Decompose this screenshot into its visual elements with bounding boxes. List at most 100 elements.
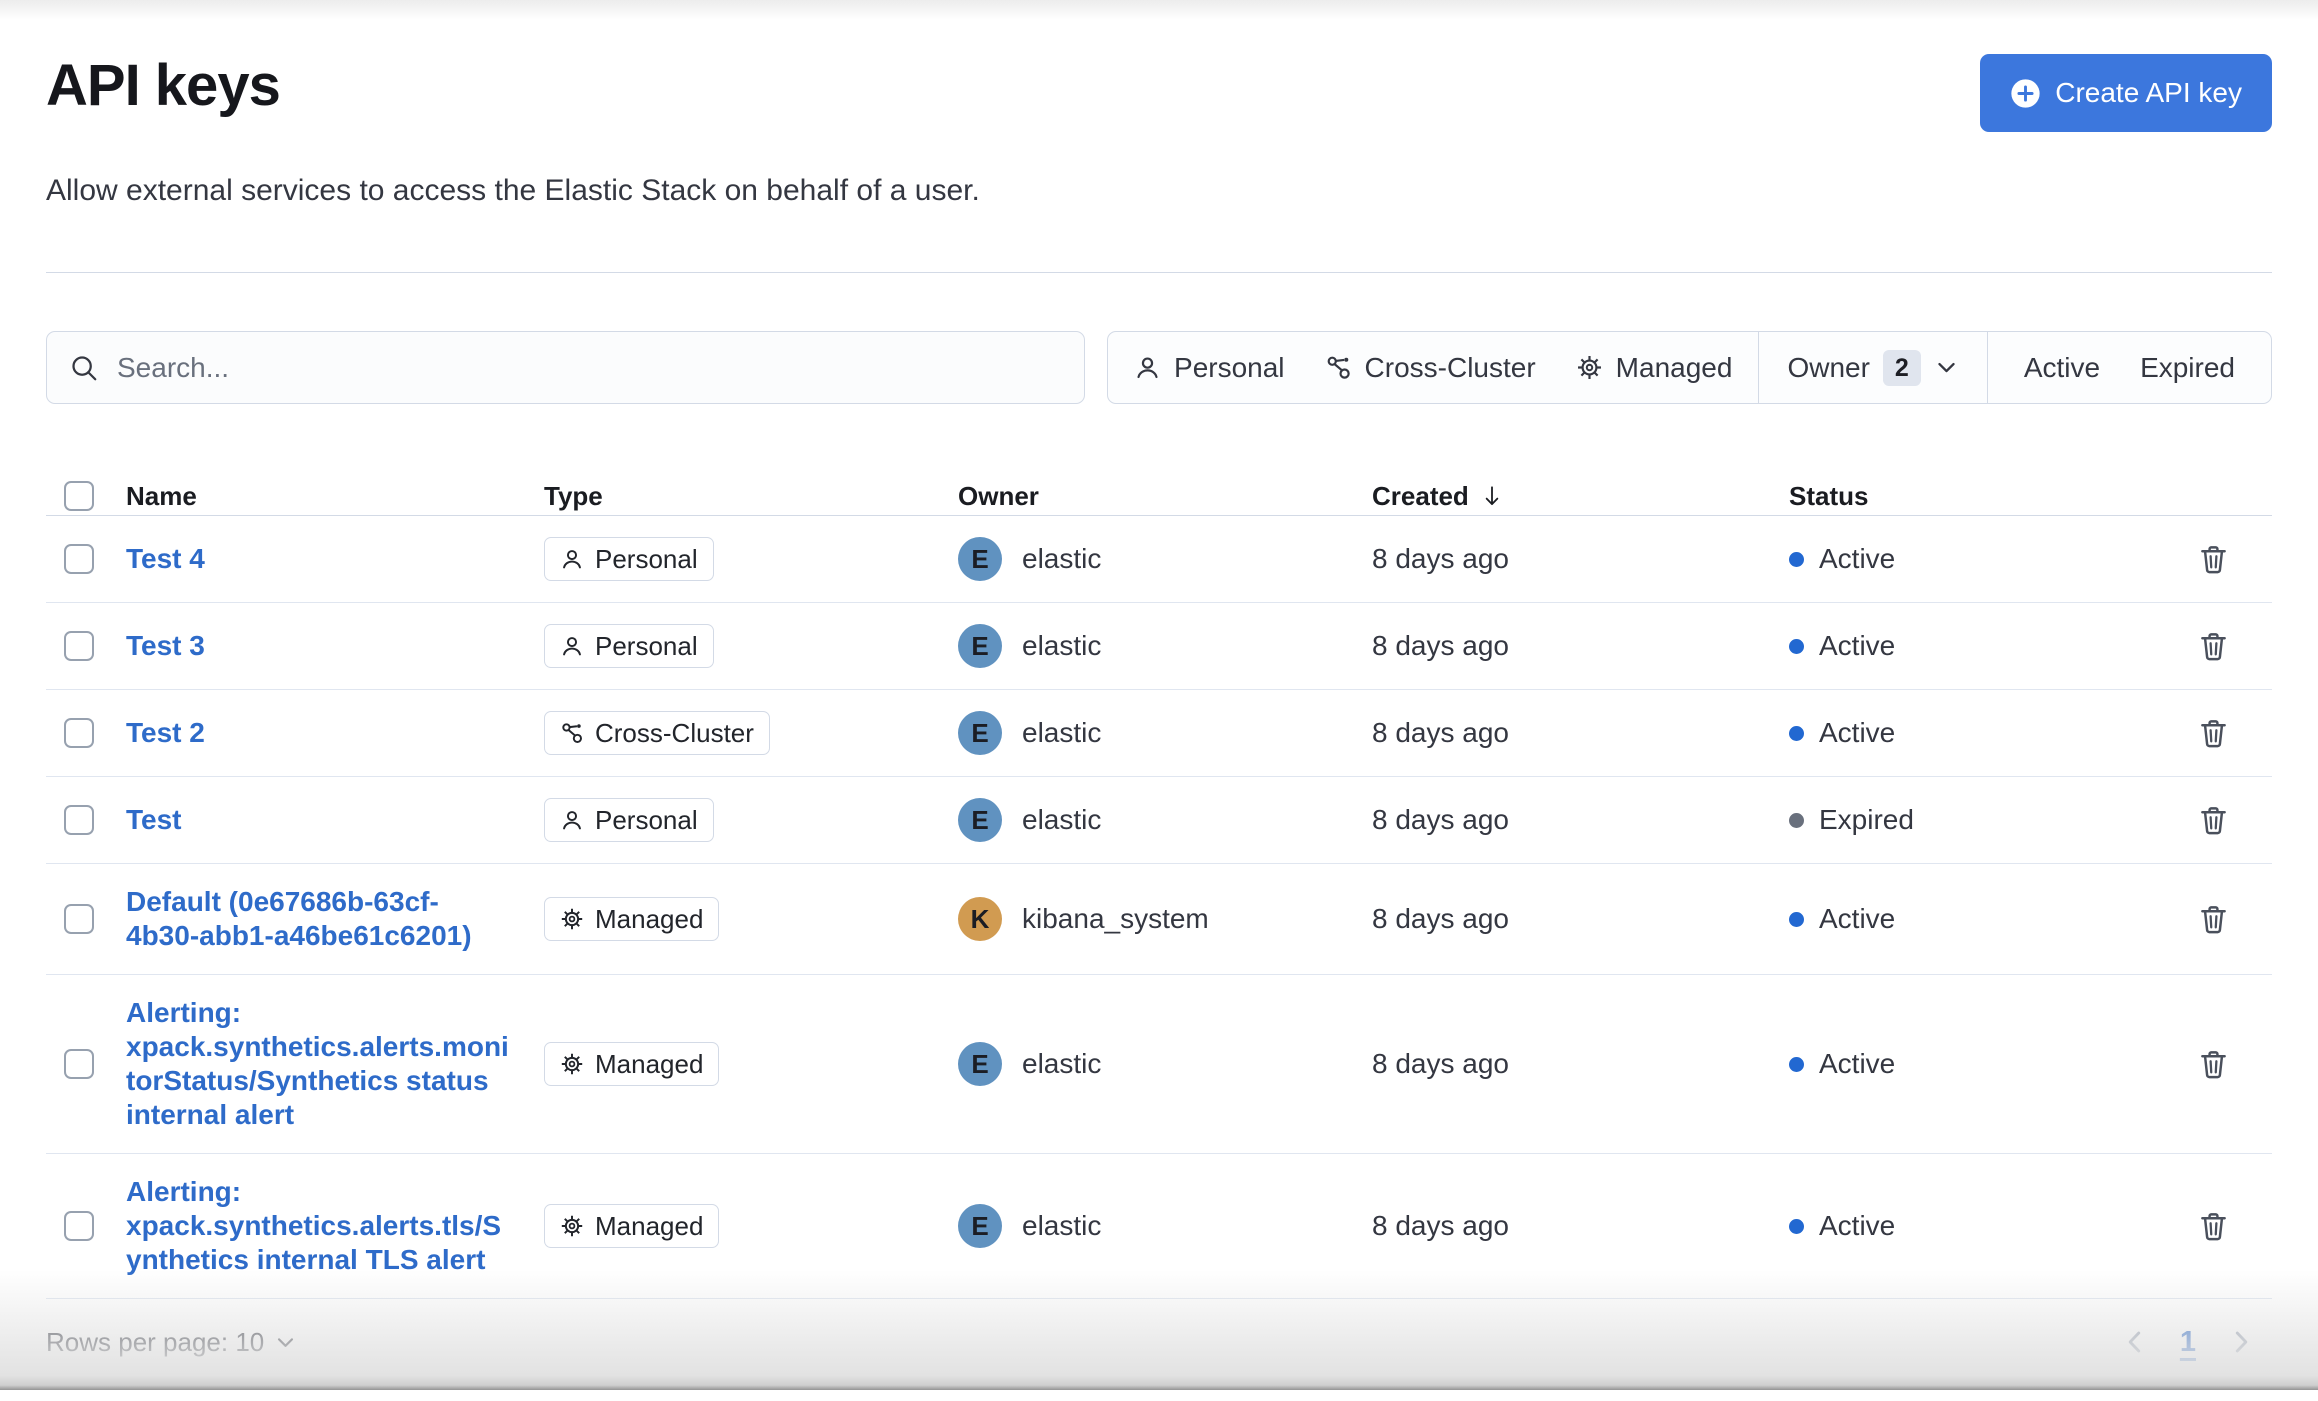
chevron-down-icon (1934, 355, 1959, 380)
owner-avatar: K (958, 897, 1002, 941)
trash-icon (2197, 630, 2230, 663)
column-header-status-label: Status (1789, 480, 1869, 511)
filter-active-label: Active (2023, 351, 2101, 383)
plus-in-circle-icon (2011, 78, 2040, 108)
chevron-right-icon (2235, 1331, 2248, 1353)
api-key-name-link[interactable]: Test 3 (126, 629, 510, 663)
row-checkbox[interactable] (64, 1211, 94, 1241)
owner-avatar: E (958, 798, 1002, 842)
status-dot (1789, 812, 1804, 828)
trash-icon (2197, 1210, 2230, 1243)
status-label: Active (1819, 903, 1896, 934)
created-cell: 8 days ago (1372, 804, 1509, 835)
row-checkbox[interactable] (64, 1049, 94, 1079)
created-cell: 8 days ago (1372, 630, 1509, 661)
page-description: Allow external services to access the El… (46, 174, 980, 207)
api-key-name-link[interactable]: Default (0e67686b-63cf-4b30-abb1-a46be61… (126, 885, 510, 953)
type-badge: Personal (544, 624, 714, 668)
delete-button[interactable] (2193, 539, 2234, 580)
table-row: Test 4 Personal E elastic 8 days ago Act… (46, 516, 2272, 603)
trash-icon (2197, 903, 2230, 936)
owner-name: elastic (1022, 1048, 1102, 1079)
owner-name: elastic (1022, 717, 1102, 748)
filter-cross-cluster[interactable]: Cross-Cluster (1305, 332, 1556, 403)
rows-per-page-label: Rows per page: 10 (46, 1326, 265, 1357)
filter-active[interactable]: Active (2004, 332, 2120, 403)
api-keys-table: Name Type Owner Created Status Test 4 Pe… (46, 460, 2272, 1299)
filter-managed[interactable]: Managed (1556, 332, 1753, 403)
api-key-name-link[interactable]: Test 2 (126, 716, 510, 750)
owner-name: kibana_system (1022, 903, 1209, 934)
filter-owner-label: Owner (1787, 351, 1870, 383)
created-cell: 8 days ago (1372, 903, 1509, 934)
page-number-button[interactable]: 1 (2180, 1326, 2196, 1359)
select-all-checkbox[interactable] (64, 481, 94, 511)
table-row: Test 2 Cross-Cluster E elastic 8 days ag… (46, 690, 2272, 777)
column-header-status[interactable]: Status (1789, 481, 2160, 512)
owner-avatar: E (958, 711, 1002, 755)
delete-button[interactable] (2193, 899, 2234, 940)
chevron-down-icon (274, 1331, 297, 1354)
owner-filter-segment: Owner 2 (1759, 332, 1986, 403)
row-checkbox[interactable] (64, 544, 94, 574)
table-controls: Personal Cross-Cluster Managed Owner 2 (46, 331, 2272, 404)
status-label: Active (1819, 717, 1896, 748)
delete-button[interactable] (2193, 626, 2234, 667)
rows-per-page-button[interactable]: Rows per page: 10 (46, 1327, 297, 1358)
user-icon (560, 808, 584, 832)
type-badge: Personal (544, 537, 714, 581)
row-checkbox[interactable] (64, 904, 94, 934)
table-row: Alerting: xpack.synthetics.alerts.monito… (46, 975, 2272, 1154)
status-dot (1789, 911, 1804, 927)
column-header-owner[interactable]: Owner (958, 481, 1372, 512)
column-header-name[interactable]: Name (126, 481, 544, 512)
delete-button[interactable] (2193, 1044, 2234, 1085)
column-header-created[interactable]: Created (1372, 481, 1789, 512)
owner-avatar: E (958, 1204, 1002, 1248)
api-key-name-link[interactable]: Alerting: xpack.synthetics.alerts.tls/Sy… (126, 1175, 510, 1277)
pagination: 1 (2116, 1323, 2272, 1361)
status-filter-segment: Active Expired (1988, 332, 2271, 403)
status-label: Active (1819, 543, 1896, 574)
type-badge: Managed (544, 1204, 720, 1248)
status-dot (1789, 725, 1804, 741)
column-header-type[interactable]: Type (544, 481, 958, 512)
type-badge: Managed (544, 1042, 720, 1086)
delete-button[interactable] (2193, 713, 2234, 754)
delete-button[interactable] (2193, 1206, 2234, 1247)
table-row: Test 3 Personal E elastic 8 days ago Act… (46, 603, 2272, 690)
table-row: Alerting: xpack.synthetics.alerts.tls/Sy… (46, 1154, 2272, 1299)
filter-owner-dropdown[interactable]: Owner 2 (1767, 332, 1978, 403)
status-label: Expired (1819, 804, 1914, 835)
create-api-key-label: Create API key (2055, 77, 2242, 108)
filter-personal[interactable]: Personal (1114, 332, 1305, 403)
search-input[interactable] (117, 351, 1063, 384)
trash-icon (2197, 804, 2230, 837)
create-api-key-button[interactable]: Create API key (1980, 54, 2272, 132)
cluster-icon (1325, 354, 1352, 381)
status-dot (1789, 1218, 1804, 1234)
column-header-type-label: Type (544, 480, 603, 511)
row-checkbox[interactable] (64, 718, 94, 748)
status-dot (1789, 638, 1804, 654)
previous-page-button[interactable] (2116, 1323, 2154, 1361)
filter-group: Personal Cross-Cluster Managed Owner 2 A… (1107, 331, 2272, 404)
api-key-name-link[interactable]: Test 4 (126, 542, 510, 576)
api-key-name-link[interactable]: Alerting: xpack.synthetics.alerts.monito… (126, 996, 510, 1132)
row-checkbox[interactable] (64, 805, 94, 835)
type-badge-label: Cross-Cluster (595, 718, 754, 748)
delete-button[interactable] (2193, 800, 2234, 841)
created-cell: 8 days ago (1372, 717, 1509, 748)
type-filter-segment: Personal Cross-Cluster Managed (1108, 332, 1758, 403)
filter-expired[interactable]: Expired (2120, 332, 2255, 403)
chevron-left-icon (2128, 1331, 2141, 1353)
api-key-name-link[interactable]: Test (126, 803, 510, 837)
table-header-row: Name Type Owner Created Status (46, 460, 2272, 516)
next-page-button[interactable] (2222, 1323, 2260, 1361)
type-badge: Personal (544, 798, 714, 842)
created-cell: 8 days ago (1372, 1210, 1509, 1241)
row-checkbox[interactable] (64, 631, 94, 661)
status-label: Active (1819, 1210, 1896, 1241)
header-divider (46, 272, 2272, 273)
created-cell: 8 days ago (1372, 543, 1509, 574)
